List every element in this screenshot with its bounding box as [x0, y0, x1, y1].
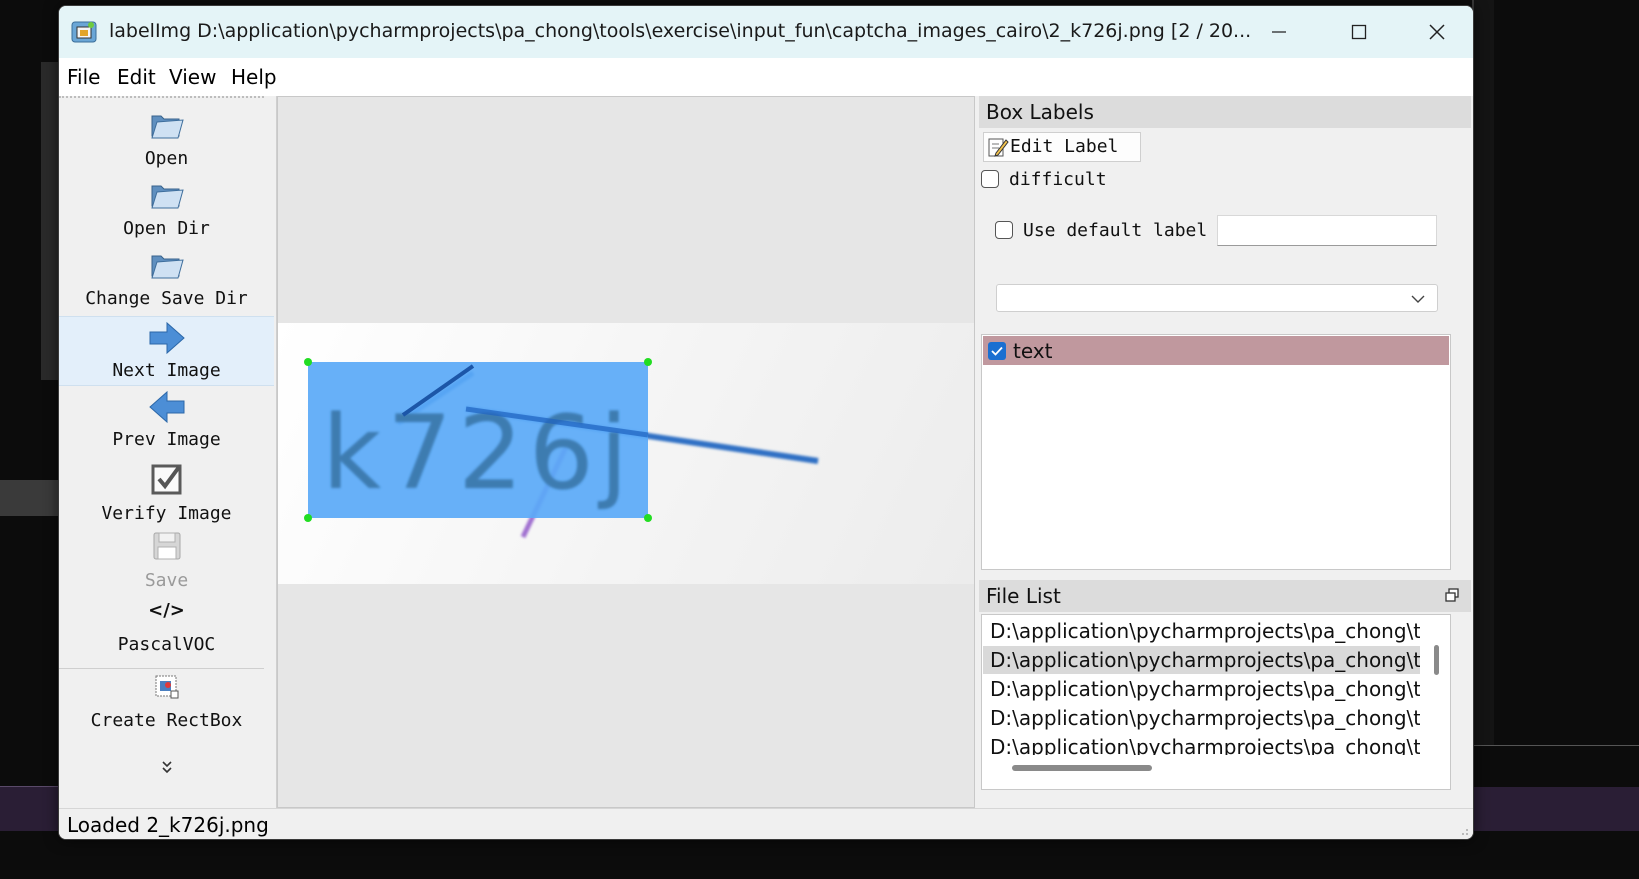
chevron-double-down-icon	[161, 761, 172, 774]
menu-edit[interactable]: Edit	[117, 65, 156, 89]
status-bar: Loaded 2_k726j.png	[59, 808, 1473, 839]
menu-help[interactable]: Help	[231, 65, 277, 89]
rect-image-icon	[155, 675, 178, 699]
open-label: Open	[144, 148, 189, 169]
right-dock-panel: Box Labels Edit Label difficult Use defa…	[979, 96, 1471, 808]
window-title: labelImg D:\application\pycharmprojects\…	[109, 20, 1252, 42]
file-list-item[interactable]: D:\application\pycharmprojects\pa_chong\…	[990, 677, 1420, 701]
format-toggle-button[interactable]: </> PascalVOC	[59, 600, 274, 668]
use-default-label-checkbox[interactable]	[995, 221, 1013, 239]
box-corner-handle[interactable]	[644, 514, 652, 522]
format-label: PascalVOC	[117, 634, 216, 655]
file-list-hscroll-thumb[interactable]	[1012, 765, 1152, 771]
label-item-text: text	[1013, 339, 1053, 363]
edit-label-button[interactable]: Edit Label	[983, 132, 1141, 162]
box-corner-handle[interactable]	[304, 358, 312, 366]
toolbar-grip	[59, 96, 264, 98]
menu-view[interactable]: View	[169, 65, 216, 89]
change-save-dir-button[interactable]: Change Save Dir	[59, 244, 274, 314]
open-dir-label: Open Dir	[123, 218, 210, 239]
desktop-panel-left	[41, 62, 58, 380]
desktop-right-line	[1472, 745, 1639, 787]
file-list-item-selected[interactable]: D:\application\pycharmprojects\pa_chong\…	[983, 646, 1420, 674]
difficult-label: difficult	[1009, 169, 1107, 190]
label-combo-box[interactable]	[996, 284, 1438, 312]
checkbox-checked-icon	[151, 464, 181, 495]
file-list-item[interactable]: D:\application\pycharmprojects\pa_chong\…	[990, 706, 1420, 730]
code-icon: </>	[148, 600, 185, 621]
box-corner-handle[interactable]	[304, 514, 312, 522]
edit-label-text: Edit Label	[1010, 136, 1119, 157]
prev-image-button[interactable]: Prev Image	[59, 386, 274, 456]
captcha-graphic: k726j k726j	[304, 358, 819, 539]
folder-open-icon	[150, 255, 184, 279]
verify-image-button[interactable]: Verify Image	[59, 458, 274, 528]
file-list-title: File List	[979, 580, 1471, 612]
label-list[interactable]: text	[981, 334, 1451, 570]
file-list-item[interactable]: D:\application\pycharmprojects\pa_chong\…	[990, 619, 1420, 643]
open-dir-button[interactable]: Open Dir	[59, 174, 274, 244]
title-bar[interactable]: labelImg D:\application\pycharmprojects\…	[59, 6, 1473, 58]
float-dock-icon[interactable]	[1445, 588, 1459, 602]
menu-bar: File Edit View Help	[59, 58, 1473, 96]
change-save-dir-label: Change Save Dir	[85, 288, 248, 309]
labelimg-window: labelImg D:\application\pycharmprojects\…	[58, 5, 1474, 840]
status-text: Loaded 2_k726j.png	[67, 813, 269, 837]
close-button[interactable]	[1402, 6, 1472, 58]
captcha-image: k726j k726j	[278, 323, 974, 584]
toolbar-extension-button[interactable]	[59, 756, 274, 778]
toolbar-separator	[59, 668, 264, 669]
maximize-button[interactable]	[1324, 6, 1394, 58]
floppy-disk-icon	[153, 532, 180, 560]
file-list[interactable]: D:\application\pycharmprojects\pa_chong\…	[981, 614, 1451, 790]
file-list-vscroll-thumb[interactable]	[1434, 645, 1439, 675]
app-icon	[71, 21, 97, 43]
close-icon	[1429, 24, 1445, 40]
label-list-item[interactable]: text	[983, 336, 1449, 365]
save-label: Save	[144, 570, 189, 591]
create-rectbox-button[interactable]: Create RectBox	[59, 672, 274, 738]
menu-file[interactable]: File	[67, 65, 100, 89]
minimize-button[interactable]	[1244, 6, 1314, 58]
edit-icon	[988, 138, 1009, 157]
desktop-panel-right	[1472, 0, 1494, 745]
save-button[interactable]: Save	[59, 528, 274, 594]
next-image-button[interactable]: Next Image	[59, 316, 274, 386]
default-label-input[interactable]	[1217, 215, 1437, 246]
resize-grip-icon[interactable]	[1457, 824, 1469, 836]
folder-open-icon	[150, 185, 184, 209]
prev-image-label: Prev Image	[112, 429, 221, 450]
arrow-right-icon	[149, 321, 185, 355]
create-rectbox-label: Create RectBox	[90, 710, 243, 731]
verify-image-label: Verify Image	[101, 503, 232, 524]
file-list-item-text: D:\application\pycharmprojects\pa_chong\…	[990, 648, 1420, 672]
image-canvas[interactable]: k726j k726j	[277, 96, 975, 808]
open-button[interactable]: Open	[59, 104, 274, 174]
folder-open-icon	[150, 115, 184, 139]
tool-bar: Open Open Dir Change Save Dir Next Image	[59, 96, 278, 808]
desktop-panel-left-2	[0, 480, 58, 516]
file-list-viewport: D:\application\pycharmprojects\pa_chong\…	[982, 615, 1420, 755]
difficult-checkbox[interactable]	[981, 170, 999, 188]
chevron-down-icon	[1411, 295, 1425, 303]
check-icon	[991, 346, 1003, 356]
file-list-item[interactable]: D:\application\pycharmprojects\pa_chong\…	[990, 735, 1420, 755]
label-item-checkbox[interactable]	[988, 342, 1006, 360]
maximize-icon	[1351, 24, 1367, 40]
next-image-label: Next Image	[112, 360, 221, 381]
box-labels-title: Box Labels	[979, 96, 1471, 128]
minimize-icon	[1272, 31, 1286, 33]
use-default-label-text: Use default label	[1023, 220, 1208, 241]
box-corner-handle[interactable]	[644, 358, 652, 366]
arrow-left-icon	[148, 390, 184, 424]
